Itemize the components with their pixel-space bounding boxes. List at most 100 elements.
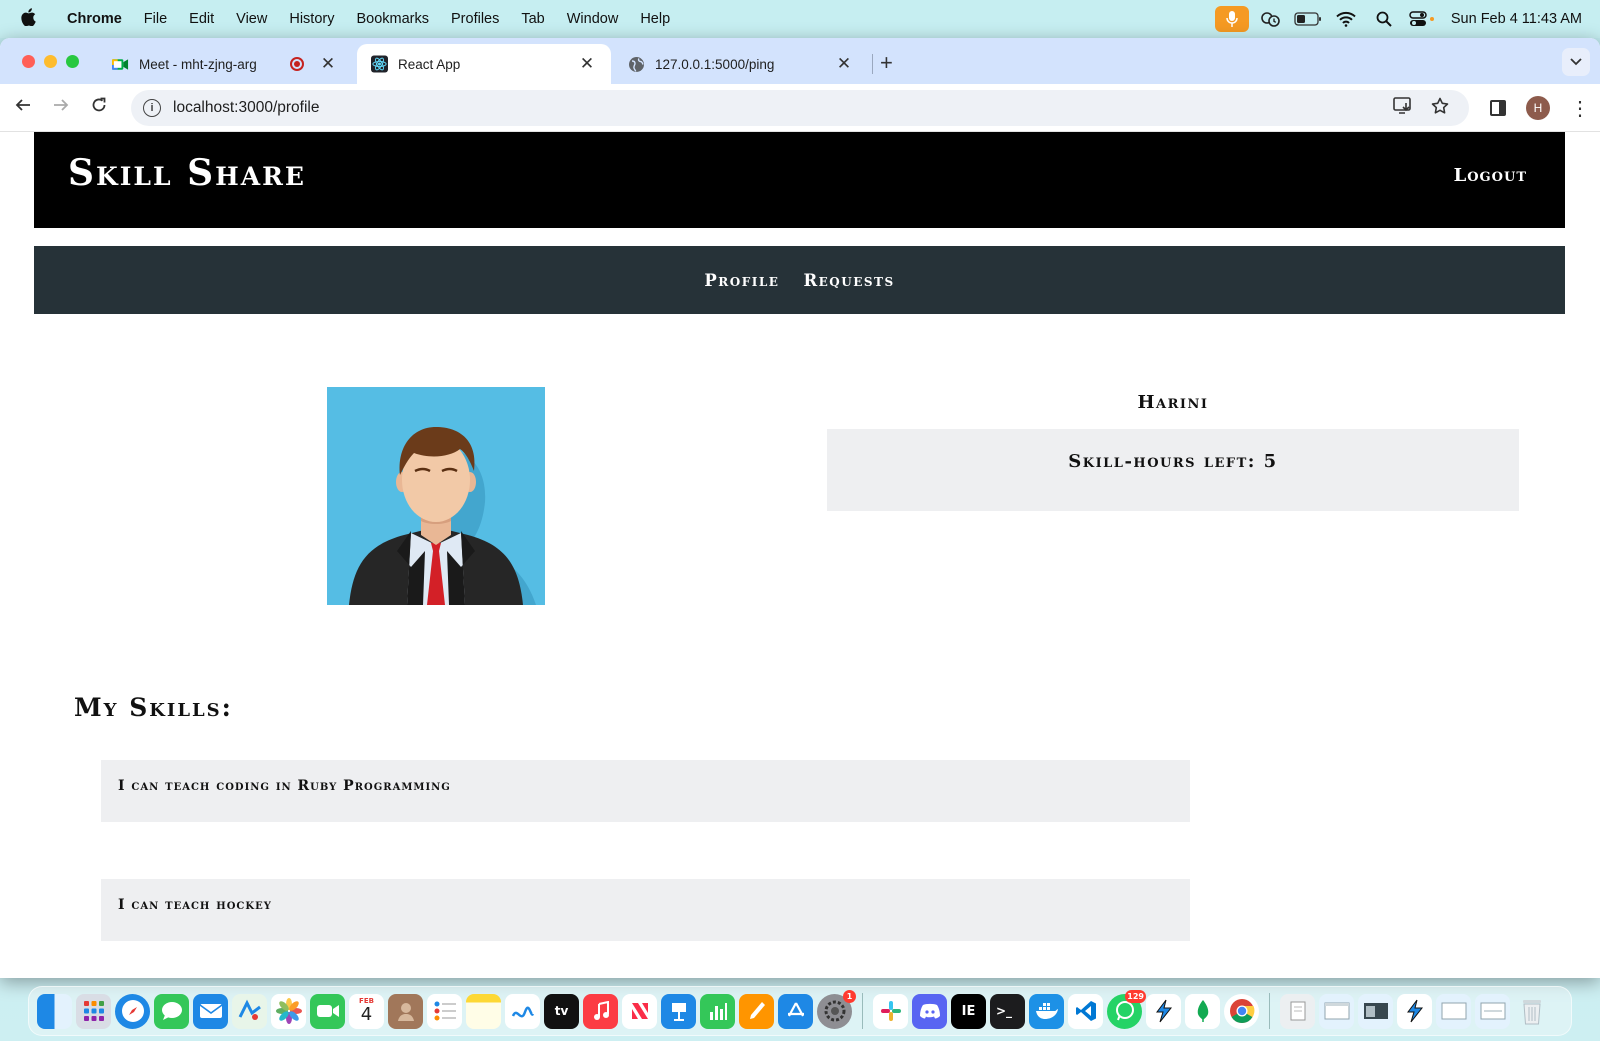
spotlight-search-icon[interactable] <box>1365 11 1403 27</box>
tab-search-button[interactable] <box>1562 48 1590 76</box>
more-options-icon[interactable]: ⋮ <box>1570 96 1590 121</box>
news-icon[interactable] <box>622 993 657 1029</box>
menu-file[interactable]: File <box>133 11 178 27</box>
url-text[interactable]: localhost:3000/profile <box>173 99 320 117</box>
back-button[interactable] <box>4 97 42 119</box>
mongodb-compass-icon[interactable] <box>1185 993 1220 1029</box>
tab-title: 127.0.0.1:5000/ping <box>655 56 775 72</box>
menu-view[interactable]: View <box>225 11 278 27</box>
menu-window[interactable]: Window <box>556 11 630 27</box>
menu-app-name[interactable]: Chrome <box>56 11 133 27</box>
close-tab-icon[interactable]: ✕ <box>318 54 338 74</box>
app-title[interactable]: Skill Share <box>68 152 306 194</box>
tab-react-app[interactable]: React App ✕ <box>357 44 611 84</box>
menu-profiles[interactable]: Profiles <box>440 11 510 27</box>
reload-icon <box>92 97 106 111</box>
mail-icon[interactable] <box>193 993 228 1029</box>
finder-icon[interactable] <box>37 993 72 1029</box>
skill-card[interactable]: I can teach hockey <box>101 879 1190 941</box>
zoom-window-button[interactable] <box>66 55 79 68</box>
nav-profile-link[interactable]: Profile <box>704 271 779 290</box>
close-tab-icon[interactable]: ✕ <box>577 54 597 74</box>
apple-icon[interactable] <box>0 7 56 31</box>
slack-icon[interactable] <box>873 993 908 1029</box>
system-settings-icon[interactable]: 1 <box>817 989 856 1029</box>
screenshot-thumbnail-icon[interactable] <box>1319 993 1354 1029</box>
address-bar[interactable]: i localhost:3000/profile <box>131 90 1469 126</box>
web-page: Skill Share Logout Profile Requests Hari… <box>0 132 1600 978</box>
intellij-icon[interactable]: IE <box>951 993 986 1029</box>
music-icon[interactable] <box>583 993 618 1029</box>
terminal-icon[interactable]: >_ <box>990 993 1025 1029</box>
launchpad-icon[interactable] <box>76 993 111 1029</box>
calendar-day: 4 <box>360 1004 373 1025</box>
menu-help[interactable]: Help <box>629 11 681 27</box>
freeform-icon[interactable] <box>505 993 540 1029</box>
calendar-icon[interactable]: FEB 4 <box>349 993 384 1029</box>
profile-avatar[interactable]: H <box>1526 96 1550 120</box>
skill-text: I can teach coding in Ruby Programming <box>118 778 451 794</box>
close-tab-icon[interactable]: ✕ <box>834 54 854 74</box>
google-meet-icon <box>112 56 129 73</box>
screenshot-thumbnail-icon[interactable] <box>1358 993 1393 1029</box>
skill-text: I can teach hockey <box>118 897 272 913</box>
new-tab-button[interactable]: + <box>880 50 893 76</box>
app-store-icon[interactable] <box>778 993 813 1029</box>
photos-icon[interactable] <box>271 993 306 1029</box>
chrome-icon[interactable] <box>1224 993 1259 1029</box>
settings-badge: 1 <box>843 989 856 1003</box>
macos-dock: FEB 4 tv 1 IE >_ 129 <box>28 986 1572 1036</box>
menu-bookmarks[interactable]: Bookmarks <box>345 11 440 27</box>
screenshot-thumbnail-icon[interactable] <box>1436 993 1471 1029</box>
safari-icon[interactable] <box>115 993 150 1029</box>
site-info-icon[interactable]: i <box>143 99 161 117</box>
docker-icon[interactable] <box>1029 993 1064 1029</box>
whatsapp-icon[interactable]: 129 <box>1107 989 1146 1029</box>
menu-edit[interactable]: Edit <box>178 11 225 27</box>
logout-link[interactable]: Logout <box>1454 165 1527 186</box>
reminders-icon[interactable] <box>427 993 462 1029</box>
menu-tab[interactable]: Tab <box>510 11 555 27</box>
side-panel-icon[interactable] <box>1490 100 1506 116</box>
nav-requests-link[interactable]: Requests <box>803 271 894 290</box>
postman-lightning-icon[interactable] <box>1397 993 1432 1029</box>
apple-tv-icon[interactable]: tv <box>544 993 579 1029</box>
postman-lightning-icon[interactable] <box>1146 993 1181 1029</box>
messages-icon[interactable] <box>154 993 189 1029</box>
forward-button[interactable] <box>42 97 80 119</box>
tab-meet[interactable]: Meet - mht-zjng-arg ✕ <box>98 44 352 84</box>
reload-button[interactable] <box>80 97 118 119</box>
control-center-icon[interactable] <box>1403 11 1441 27</box>
screen-time-icon[interactable] <box>1251 10 1289 28</box>
contacts-icon[interactable] <box>388 993 423 1029</box>
chevron-down-icon <box>1570 58 1582 66</box>
menubar-clock[interactable]: Sun Feb 4 11:43 AM <box>1451 11 1582 27</box>
screenshot-thumbnail-icon[interactable] <box>1475 993 1510 1029</box>
tab-ping[interactable]: 127.0.0.1:5000/ping ✕ <box>614 44 868 84</box>
tab-title: Meet - mht-zjng-arg <box>139 56 257 72</box>
wifi-icon[interactable] <box>1327 11 1365 27</box>
pages-icon[interactable] <box>739 993 774 1029</box>
close-window-button[interactable] <box>22 55 35 68</box>
minimize-window-button[interactable] <box>44 55 57 68</box>
trash-icon[interactable] <box>1514 994 1549 1029</box>
skill-card[interactable]: I can teach coding in Ruby Programming <box>101 760 1190 822</box>
arrow-right-icon <box>54 98 69 111</box>
battery-icon[interactable] <box>1289 12 1327 26</box>
discord-icon[interactable] <box>912 993 947 1029</box>
vscode-icon[interactable] <box>1068 993 1103 1029</box>
maps-icon[interactable] <box>232 993 267 1029</box>
bookmark-star-icon[interactable] <box>1431 97 1449 120</box>
browser-toolbar: i localhost:3000/profile H ⋮ <box>0 84 1600 132</box>
window-controls <box>22 55 79 68</box>
facetime-icon[interactable] <box>310 993 345 1029</box>
main-nav: Profile Requests <box>34 246 1565 314</box>
install-app-icon[interactable] <box>1393 96 1413 120</box>
menu-history[interactable]: History <box>278 11 345 27</box>
documents-stack-icon[interactable] <box>1280 993 1315 1029</box>
notes-icon[interactable] <box>466 993 501 1029</box>
arrow-left-icon <box>15 98 30 111</box>
numbers-icon[interactable] <box>700 993 735 1029</box>
keynote-icon[interactable] <box>661 993 696 1029</box>
microphone-status[interactable] <box>1213 6 1251 32</box>
